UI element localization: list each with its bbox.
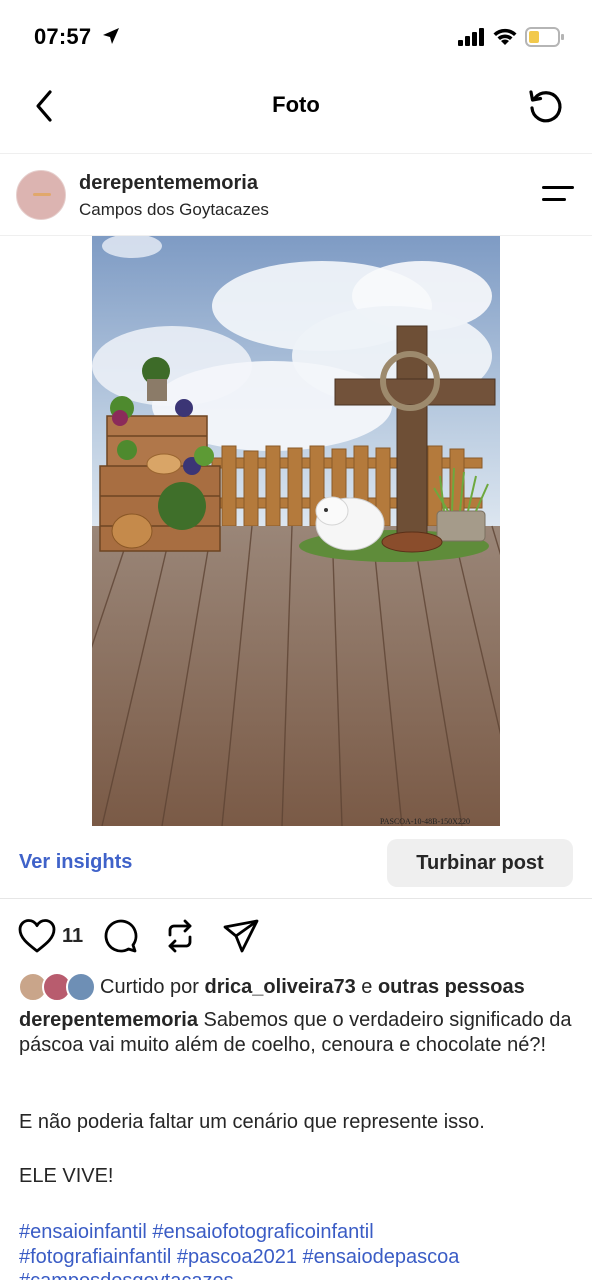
liked-by-text: Curtido por drica_oliveira73 e outras pe…: [100, 976, 525, 999]
hashtag-line[interactable]: #fotografiainfantil #pascoa2021 #ensaiod…: [19, 1245, 579, 1270]
liked-by-prefix: Curtido por: [100, 976, 199, 998]
hashtag-line[interactable]: #ensaioinfantil #ensaiofotograficoinfant…: [19, 1220, 579, 1245]
post-username[interactable]: derepentememoria: [79, 172, 258, 195]
nav-header: Foto: [0, 72, 592, 154]
status-bar: 07:57: [0, 0, 592, 72]
liked-by-others[interactable]: outras pessoas: [378, 976, 525, 998]
cellular-signal-icon: [458, 28, 484, 46]
status-time: 07:57: [34, 24, 92, 49]
refresh-icon: [529, 90, 562, 123]
refresh-button[interactable]: [526, 86, 566, 126]
boost-post-button[interactable]: Turbinar post: [387, 839, 573, 887]
caption-paragraph: E não poderia faltar um cenário que repr…: [19, 1111, 485, 1133]
wifi-icon: [493, 28, 517, 45]
view-insights-link[interactable]: Ver insights: [19, 851, 132, 874]
caption: derepentememoria Sabemos que o verdadeir…: [19, 1008, 579, 1057]
heart-icon[interactable]: [18, 918, 56, 954]
page-title: Foto: [272, 92, 320, 117]
easter-scene-image: PASCOA-10-48B-150X220: [92, 236, 500, 826]
battery-icon: [525, 27, 564, 47]
liked-by-row[interactable]: Curtido por drica_oliveira73 e outras pe…: [18, 972, 578, 1004]
liked-by-connector: e: [361, 976, 373, 998]
liker-avatar: [66, 972, 96, 1002]
caption-paragraph: ELE VIVE!: [19, 1165, 114, 1187]
liked-by-user[interactable]: drica_oliveira73: [205, 976, 356, 998]
caption-username[interactable]: derepentememoria: [19, 1009, 198, 1031]
divider: [0, 898, 592, 899]
hashtags: #ensaioinfantil #ensaiofotograficoinfant…: [19, 1220, 579, 1280]
post-header: derepentememoria Campos dos Goytacazes: [0, 154, 592, 236]
share-icon[interactable]: [222, 918, 260, 954]
hashtag-line[interactable]: #camposdosgoytacazes: [19, 1269, 579, 1280]
like-count[interactable]: 11: [62, 925, 83, 948]
post-actions: 11: [0, 910, 592, 964]
repost-icon[interactable]: [162, 918, 198, 954]
location-arrow-icon: [103, 28, 119, 44]
photo-watermark: PASCOA-10-48B-150X220: [380, 817, 470, 826]
post-photo[interactable]: PASCOA-10-48B-150X220: [92, 236, 500, 826]
post-location[interactable]: Campos dos Goytacazes: [79, 200, 269, 220]
comment-icon[interactable]: [102, 918, 138, 954]
avatar[interactable]: [16, 170, 66, 220]
menu-icon[interactable]: [540, 182, 574, 206]
